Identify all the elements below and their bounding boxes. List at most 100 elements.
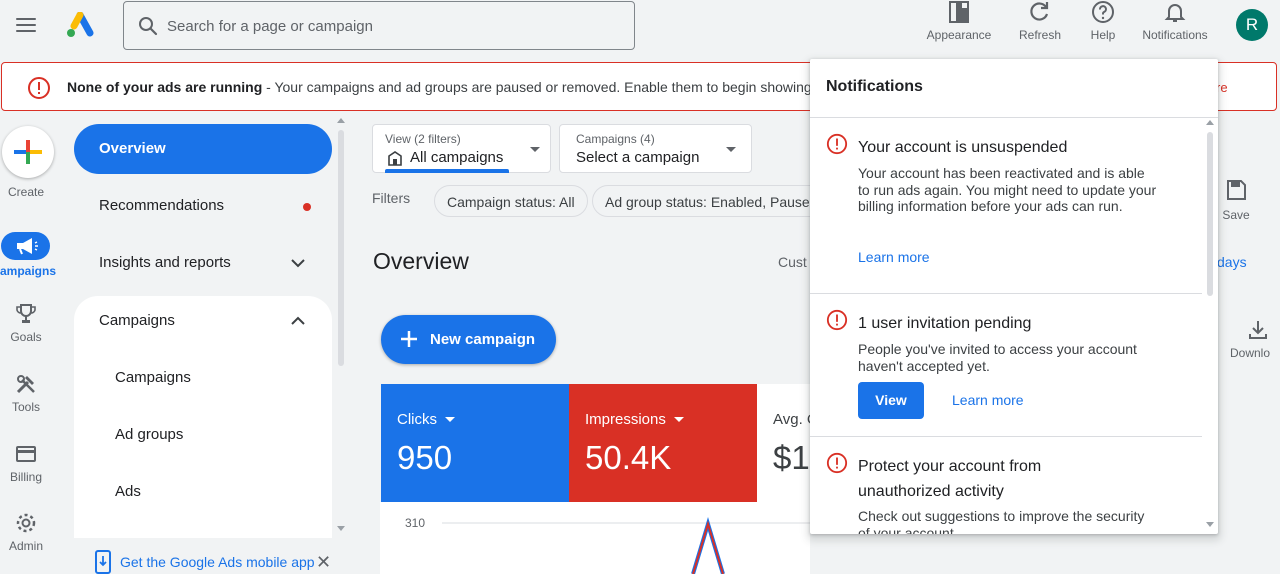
refresh-button[interactable]: Refresh: [1012, 0, 1068, 52]
refresh-icon: [1030, 2, 1049, 21]
plus-icon: [401, 331, 417, 347]
notifications-button[interactable]: Notifications: [1134, 0, 1216, 52]
nav-overview-label: Overview: [99, 140, 166, 157]
campaign-dropdown-label: Campaigns (4): [576, 132, 655, 146]
chevron-down-icon: [291, 259, 305, 268]
nav-item-recommendations[interactable]: Recommendations: [74, 181, 332, 231]
nav-campaigns-section-label: Campaigns: [99, 312, 175, 329]
y-tick-label: 310: [405, 516, 425, 530]
caret-down-icon: [673, 417, 684, 422]
appearance-label: Appearance: [926, 28, 992, 42]
help-icon: [1092, 1, 1114, 23]
close-icon[interactable]: ✕: [316, 553, 331, 571]
rail-admin[interactable]: Admin: [0, 511, 52, 553]
divider: [810, 436, 1202, 437]
search-box[interactable]: [123, 1, 635, 50]
campaign-dropdown[interactable]: Campaigns (4) Select a campaign: [559, 124, 752, 173]
search-icon: [139, 17, 158, 36]
metric-card-impressions[interactable]: Impressions 50.4K: [569, 384, 757, 502]
dropdown-arrow-icon: [530, 147, 540, 152]
nav-sub-ad-groups[interactable]: Ad groups: [115, 426, 183, 443]
metric-card-avg-cpc[interactable]: Avg. C $1.: [757, 384, 817, 502]
date-range-link[interactable]: days: [1217, 254, 1247, 270]
scroll-up-arrow[interactable]: [337, 118, 345, 123]
notification-dot: [303, 203, 311, 211]
nav-sub-ads[interactable]: Ads: [115, 483, 141, 500]
divider: [810, 293, 1202, 294]
alert-title: None of your ads are running: [67, 79, 263, 95]
save-button[interactable]: Save: [1216, 178, 1256, 222]
scroll-down-arrow[interactable]: [337, 526, 345, 531]
filter-chip-ad-group-status[interactable]: Ad group status: Enabled, Paused: [592, 185, 831, 217]
appearance-button[interactable]: Appearance: [924, 0, 994, 52]
rail-billing[interactable]: Billing: [0, 442, 52, 484]
notification-body: Your account has been reactivated and is…: [858, 165, 1157, 214]
notifications-scrollbar[interactable]: [1204, 119, 1216, 534]
trophy-icon: [16, 304, 36, 323]
nav-item-campaigns-section[interactable]: Campaigns: [74, 296, 332, 346]
credit-card-icon: [16, 446, 36, 462]
menu-icon[interactable]: [14, 14, 38, 38]
caret-down-icon: [445, 417, 455, 422]
metric-clicks-label: Clicks: [397, 411, 455, 428]
metric-clicks-value: 950: [397, 439, 453, 476]
google-ads-logo[interactable]: [66, 12, 94, 38]
nav-recommendations-label: Recommendations: [99, 197, 225, 214]
download-label: Downlo: [1230, 346, 1271, 360]
nav-sub-campaigns[interactable]: Campaigns: [115, 369, 191, 386]
rail-campaigns-button[interactable]: [1, 232, 50, 260]
alert-message: - Your campaigns and ad groups are pause…: [262, 79, 870, 95]
rail-goals[interactable]: Goals: [0, 302, 52, 344]
learn-more-link[interactable]: Learn more: [952, 392, 1024, 408]
rail-tools[interactable]: Tools: [0, 372, 52, 414]
series-line: [691, 517, 725, 574]
nav-item-overview[interactable]: Overview: [74, 124, 332, 174]
view-dropdown-value: All campaigns: [410, 149, 504, 166]
top-bar: Appearance Refresh Help Notifications R: [0, 0, 1280, 52]
appearance-icon: [949, 1, 969, 23]
custom-date-label[interactable]: Cust: [778, 254, 807, 270]
notifications-panel: Notifications Your account is unsuspende…: [810, 59, 1218, 534]
search-input[interactable]: [167, 14, 607, 38]
chevron-up-icon: [291, 316, 305, 325]
learn-more-link[interactable]: Learn more: [858, 249, 930, 265]
error-icon: [826, 133, 848, 155]
notifications-title: Notifications: [826, 78, 923, 95]
save-label: Save: [1222, 208, 1250, 222]
scroll-up-arrow[interactable]: [1206, 120, 1214, 125]
help-button[interactable]: Help: [1083, 0, 1123, 52]
notification-body: Check out suggestions to improve the sec…: [858, 508, 1145, 534]
view-button[interactable]: View: [858, 382, 924, 419]
dropdown-arrow-icon: [726, 147, 736, 152]
nav-campaigns-card: Campaigns Campaigns Ad groups Ads: [74, 296, 332, 538]
create-button[interactable]: [2, 126, 54, 178]
tools-icon: [16, 375, 35, 394]
series-line: [692, 520, 724, 574]
filter-chip-campaign-status[interactable]: Campaign status: All: [434, 185, 588, 217]
download-button[interactable]: Downlo: [1230, 318, 1280, 360]
create-label: Create: [7, 185, 45, 199]
new-campaign-label: New campaign: [430, 331, 536, 348]
nav-scrollbar-thumb[interactable]: [338, 130, 344, 366]
save-icon: [1227, 180, 1246, 200]
rail-goals-label: Goals: [10, 330, 42, 344]
gear-icon: [16, 513, 36, 533]
building-icon: [388, 151, 402, 166]
view-dropdown-label: View (2 filters): [385, 132, 461, 146]
notifications-scrollbar-thumb[interactable]: [1207, 132, 1213, 296]
error-icon: [826, 309, 848, 331]
new-campaign-button[interactable]: New campaign: [381, 315, 556, 364]
phone-download-icon: [95, 550, 111, 574]
avatar[interactable]: R: [1236, 9, 1268, 41]
notification-title: Protect your account from unauthorized a…: [858, 458, 1042, 500]
divider: [810, 117, 1218, 118]
metric-card-clicks[interactable]: Clicks 950: [381, 384, 569, 502]
rail-tools-label: Tools: [11, 400, 40, 414]
rail-admin-label: Admin: [8, 539, 43, 553]
bell-icon: [1164, 4, 1186, 22]
view-dropdown[interactable]: View (2 filters) All campaigns: [372, 124, 551, 173]
nav-item-insights[interactable]: Insights and reports: [74, 238, 332, 288]
nav-scrollbar[interactable]: [337, 118, 345, 536]
scroll-down-arrow[interactable]: [1206, 522, 1214, 527]
plus-icon: [14, 140, 42, 164]
